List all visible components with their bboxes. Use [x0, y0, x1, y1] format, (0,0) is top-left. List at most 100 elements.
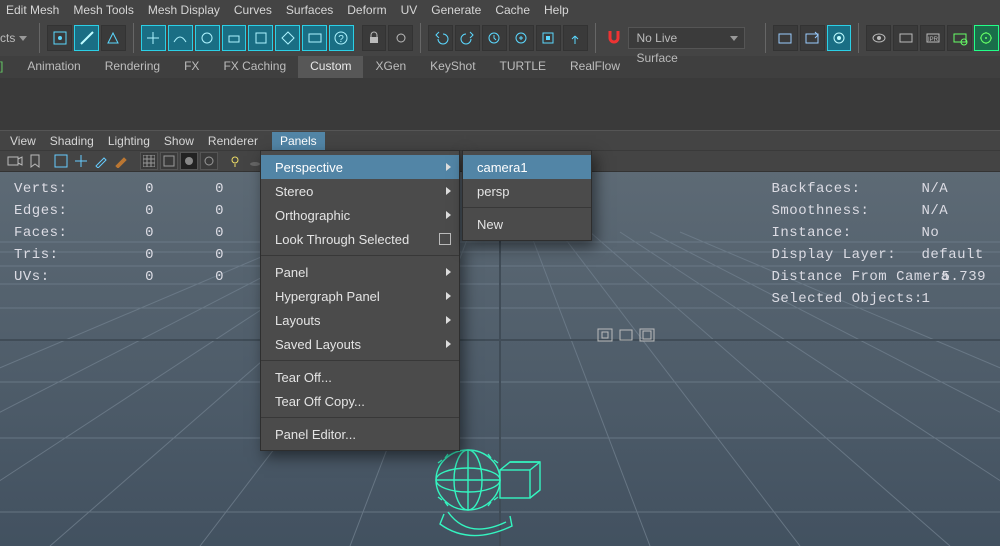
snap-curve-icon[interactable]: [168, 25, 193, 51]
wireframe-icon[interactable]: [160, 152, 178, 170]
select-face-icon[interactable]: [101, 25, 126, 51]
menu-divider: [261, 417, 459, 418]
history-icon[interactable]: [482, 25, 507, 51]
menu-cache[interactable]: Cache: [495, 3, 530, 17]
snap-surface-icon[interactable]: [248, 25, 273, 51]
panel-menu-renderer[interactable]: Renderer: [208, 134, 258, 148]
submenu-item-new[interactable]: New: [463, 212, 591, 236]
open-icon[interactable]: [773, 25, 798, 51]
tab-fx-caching[interactable]: FX Caching: [211, 56, 298, 78]
panels-dropdown[interactable]: Perspective Stereo Orthographic Look Thr…: [260, 150, 460, 451]
2d-pan-icon[interactable]: [72, 152, 90, 170]
select-vertex-icon[interactable]: [47, 25, 72, 51]
render-settings-icon[interactable]: [947, 25, 972, 51]
smooth-shade-icon[interactable]: [180, 152, 198, 170]
circle-option-icon[interactable]: [388, 25, 413, 51]
menu-deform[interactable]: Deform: [347, 3, 386, 17]
tab-fx[interactable]: FX: [172, 56, 211, 78]
viewport-extra-icons: [596, 326, 656, 344]
menu-generate[interactable]: Generate: [431, 3, 481, 17]
tab-realflow[interactable]: RealFlow: [558, 56, 632, 78]
select-edge-icon[interactable]: [74, 25, 99, 51]
axis-icon[interactable]: [563, 25, 588, 51]
menu-item-layouts[interactable]: Layouts: [261, 308, 459, 332]
gate-mask-icon[interactable]: [638, 326, 656, 344]
menu-item-panel[interactable]: Panel: [261, 260, 459, 284]
menu-curves[interactable]: Curves: [234, 3, 272, 17]
textured-icon[interactable]: [200, 152, 218, 170]
menu-item-saved-layouts[interactable]: Saved Layouts: [261, 332, 459, 356]
menu-mesh-tools[interactable]: Mesh Tools: [73, 3, 133, 17]
construction-history-icon[interactable]: [536, 25, 561, 51]
menu-help[interactable]: Help: [544, 3, 569, 17]
menu-item-hypergraph-panel[interactable]: Hypergraph Panel: [261, 284, 459, 308]
menu-mesh-display[interactable]: Mesh Display: [148, 3, 220, 17]
render-view-icon[interactable]: [866, 25, 891, 51]
isolate-select-icon[interactable]: [596, 326, 614, 344]
menu-item-stereo[interactable]: Stereo: [261, 179, 459, 203]
panel-menu-lighting[interactable]: Lighting: [108, 134, 150, 148]
menu-item-perspective[interactable]: Perspective: [261, 155, 459, 179]
snap-plane-icon[interactable]: [222, 25, 247, 51]
shelf-left-label: cts: [0, 31, 19, 45]
redo-icon[interactable]: [455, 25, 480, 51]
image-plane-icon[interactable]: [52, 152, 70, 170]
ipr-icon[interactable]: IPR: [920, 25, 945, 51]
menu-divider: [261, 360, 459, 361]
main-menu: Edit Mesh Mesh Tools Mesh Display Curves…: [0, 0, 1000, 20]
bookmark-icon[interactable]: [26, 152, 44, 170]
tab-custom[interactable]: Custom: [298, 56, 363, 78]
snap-point-icon[interactable]: [195, 25, 220, 51]
render-globals-icon[interactable]: [974, 25, 999, 51]
svg-text:IPR: IPR: [928, 37, 939, 43]
menu-edit-mesh[interactable]: Edit Mesh: [6, 3, 59, 17]
grease-pencil-icon[interactable]: [92, 152, 110, 170]
grid-shading-icon[interactable]: [140, 152, 158, 170]
help-icon[interactable]: ?: [329, 25, 354, 51]
live-surface-dropdown[interactable]: No Live Surface: [628, 27, 745, 49]
new-window-icon[interactable]: [800, 25, 825, 51]
snap-grid-icon[interactable]: [141, 25, 166, 51]
tab-cut[interactable]: ]: [0, 56, 15, 78]
snap-component-icon[interactable]: [275, 25, 300, 51]
menu-item-tear-off-copy[interactable]: Tear Off Copy...: [261, 389, 459, 413]
shelf-content-area: [0, 78, 1000, 130]
tab-rendering[interactable]: Rendering: [93, 56, 172, 78]
render-icon[interactable]: [893, 25, 918, 51]
viewport-panel-menu: View Shading Lighting Show Renderer Pane…: [0, 130, 1000, 150]
tab-keyshot[interactable]: KeyShot: [418, 56, 487, 78]
submenu-item-persp[interactable]: persp: [463, 179, 591, 203]
menu-surfaces[interactable]: Surfaces: [286, 3, 333, 17]
shelf-tabs: ] Animation Rendering FX FX Caching Cust…: [0, 56, 1000, 78]
tab-turtle[interactable]: TURTLE: [488, 56, 558, 78]
hypershade-icon[interactable]: [827, 25, 852, 51]
dropdown-arrow-icon[interactable]: [19, 36, 27, 41]
undo-icon[interactable]: [428, 25, 453, 51]
panel-menu-view[interactable]: View: [10, 134, 36, 148]
menu-item-orthographic[interactable]: Orthographic: [261, 203, 459, 227]
panel-menu-shading[interactable]: Shading: [50, 134, 94, 148]
magnet-icon[interactable]: [606, 27, 622, 49]
hud-object-info: Backfaces:N/A Smoothness:N/A Instance:No…: [771, 178, 986, 310]
submenu-item-camera1[interactable]: camera1: [463, 155, 591, 179]
perspective-submenu[interactable]: camera1 persp New: [462, 150, 592, 241]
tab-xgen[interactable]: XGen: [363, 56, 418, 78]
separator: [133, 23, 134, 53]
snap-view-icon[interactable]: [302, 25, 327, 51]
menu-item-look-through-selected[interactable]: Look Through Selected: [261, 227, 459, 251]
menu-item-tear-off[interactable]: Tear Off...: [261, 365, 459, 389]
separator: [420, 23, 421, 53]
pencil-color-icon[interactable]: [112, 152, 130, 170]
menu-divider: [261, 255, 459, 256]
lock-icon[interactable]: [362, 25, 387, 51]
xray-icon[interactable]: [617, 326, 635, 344]
menu-uv[interactable]: UV: [401, 3, 418, 17]
tab-animation[interactable]: Animation: [15, 56, 92, 78]
history-plus-icon[interactable]: [509, 25, 534, 51]
menu-item-panel-editor[interactable]: Panel Editor...: [261, 422, 459, 446]
panel-menu-show[interactable]: Show: [164, 134, 194, 148]
camera-select-icon[interactable]: [6, 152, 24, 170]
panel-menu-panels[interactable]: Panels: [272, 132, 325, 150]
lights-icon[interactable]: [226, 152, 244, 170]
separator: [765, 23, 766, 53]
